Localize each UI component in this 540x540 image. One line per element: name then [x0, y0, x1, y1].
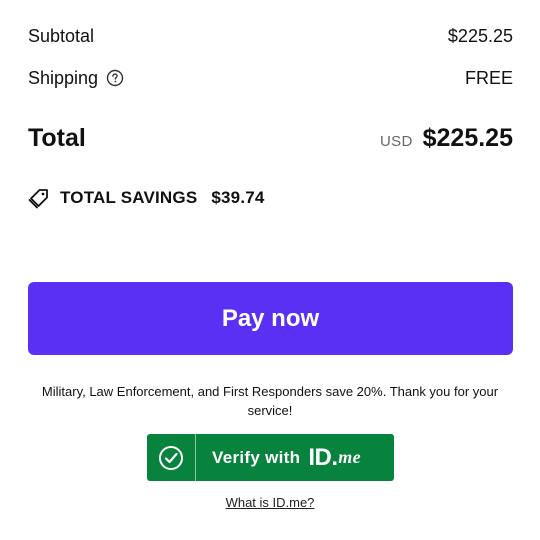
idme-logo-dot: .	[331, 443, 339, 471]
subtotal-value: $225.25	[447, 25, 513, 46]
shipping-value: FREE	[464, 67, 513, 88]
what-is-idme-link[interactable]: What is ID.me?	[0, 495, 540, 510]
tag-icon	[28, 187, 50, 209]
subtotal-label: Subtotal	[28, 25, 95, 46]
shipping-label-group: Shipping	[28, 68, 124, 89]
total-savings: TOTAL SAVINGS $39.74	[28, 186, 265, 210]
total-row: Total USD $225.25	[28, 120, 513, 156]
savings-amount: $39.74	[211, 188, 265, 207]
total-label: Total	[28, 123, 86, 152]
subtotal-row: Subtotal $225.25	[28, 24, 513, 48]
total-value: $225.25	[422, 123, 513, 152]
idme-promo-text: Military, Law Enforcement, and First Res…	[41, 384, 499, 418]
idme-logo-me: me	[338, 447, 361, 467]
shipping-label: Shipping	[28, 67, 99, 88]
idme-button-label: Verify with	[212, 447, 301, 467]
shipping-row: Shipping FREE	[28, 66, 513, 90]
total-currency: USD	[380, 132, 413, 150]
question-circle-icon[interactable]	[106, 69, 124, 87]
verify-idme-button[interactable]: Verify with ID. me	[147, 434, 394, 481]
idme-button-text: Verify with ID. me	[196, 444, 394, 472]
pay-now-button[interactable]: Pay now	[28, 282, 513, 355]
idme-check-section	[147, 434, 196, 481]
check-circle-icon	[159, 445, 183, 470]
idme-logo-id: ID	[308, 443, 332, 471]
savings-label: TOTAL SAVINGS	[60, 188, 198, 207]
pay-now-label: Pay now	[221, 304, 320, 332]
total-value-group: USD $225.25	[380, 124, 513, 153]
